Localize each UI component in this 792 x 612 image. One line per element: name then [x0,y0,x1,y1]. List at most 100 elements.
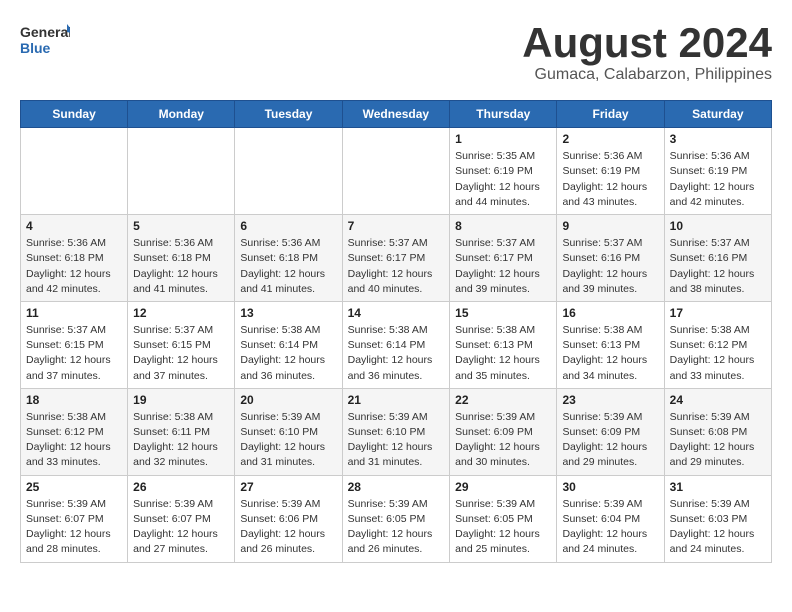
day-number: 30 [562,480,658,494]
day-info: Sunrise: 5:39 AM Sunset: 6:09 PM Dayligh… [455,410,551,471]
day-info: Sunrise: 5:37 AM Sunset: 6:15 PM Dayligh… [133,323,229,384]
day-info: Sunrise: 5:38 AM Sunset: 6:12 PM Dayligh… [670,323,766,384]
day-number: 21 [348,393,445,407]
day-info: Sunrise: 5:38 AM Sunset: 6:13 PM Dayligh… [455,323,551,384]
calendar-cell: 30 Sunrise: 5:39 AM Sunset: 6:04 PM Dayli… [557,475,664,562]
day-number: 29 [455,480,551,494]
day-info: Sunrise: 5:39 AM Sunset: 6:10 PM Dayligh… [240,410,336,471]
day-info: Sunrise: 5:35 AM Sunset: 6:19 PM Dayligh… [455,149,551,210]
day-info: Sunrise: 5:39 AM Sunset: 6:07 PM Dayligh… [133,497,229,558]
calendar-cell: 17 Sunrise: 5:38 AM Sunset: 6:12 PM Dayli… [664,301,771,388]
day-number: 2 [562,132,658,146]
calendar-cell [235,128,342,215]
day-info: Sunrise: 5:36 AM Sunset: 6:19 PM Dayligh… [562,149,658,210]
weekday-header-sunday: Sunday [21,101,128,128]
day-number: 22 [455,393,551,407]
calendar-cell: 1 Sunrise: 5:35 AM Sunset: 6:19 PM Daylig… [450,128,557,215]
calendar-cell: 21 Sunrise: 5:39 AM Sunset: 6:10 PM Dayli… [342,388,450,475]
day-info: Sunrise: 5:37 AM Sunset: 6:17 PM Dayligh… [348,236,445,297]
day-number: 9 [562,219,658,233]
day-number: 23 [562,393,658,407]
calendar-cell: 25 Sunrise: 5:39 AM Sunset: 6:07 PM Dayli… [21,475,128,562]
header-section: General Blue August 2024 Gumaca, Calabar… [20,20,772,84]
calendar-cell: 4 Sunrise: 5:36 AM Sunset: 6:18 PM Daylig… [21,215,128,302]
calendar: SundayMondayTuesdayWednesdayThursdayFrid… [20,100,772,562]
day-number: 25 [26,480,122,494]
weekday-header-monday: Monday [128,101,235,128]
day-number: 18 [26,393,122,407]
calendar-cell: 27Sunrise: 5:39 AM Sunset: 6:06 PM Dayli… [235,475,342,562]
day-info: Sunrise: 5:36 AM Sunset: 6:18 PM Dayligh… [26,236,122,297]
day-info: Sunrise: 5:37 AM Sunset: 6:17 PM Dayligh… [455,236,551,297]
calendar-cell: 20 Sunrise: 5:39 AM Sunset: 6:10 PM Dayli… [235,388,342,475]
day-number: 1 [455,132,551,146]
day-info: Sunrise: 5:39 AM Sunset: 6:07 PM Dayligh… [26,497,122,558]
calendar-cell [128,128,235,215]
day-info: Sunrise: 5:39 AM Sunset: 6:03 PM Dayligh… [670,497,766,558]
day-number: 24 [670,393,766,407]
calendar-cell: 22 Sunrise: 5:39 AM Sunset: 6:09 PM Dayli… [450,388,557,475]
day-info: Sunrise: 5:39 AM Sunset: 6:05 PM Dayligh… [455,497,551,558]
day-info: Sunrise: 5:39 AM Sunset: 6:09 PM Dayligh… [562,410,658,471]
day-info: Sunrise: 5:38 AM Sunset: 6:13 PM Dayligh… [562,323,658,384]
day-number: 16 [562,306,658,320]
day-number: 19 [133,393,229,407]
day-info: Sunrise: 5:39 AM Sunset: 6:05 PM Dayligh… [348,497,445,558]
calendar-cell: 13Sunrise: 5:38 AM Sunset: 6:14 PM Dayli… [235,301,342,388]
day-info: Sunrise: 5:37 AM Sunset: 6:16 PM Dayligh… [670,236,766,297]
calendar-cell: 28Sunrise: 5:39 AM Sunset: 6:05 PM Dayli… [342,475,450,562]
day-number: 8 [455,219,551,233]
calendar-cell: 6 Sunrise: 5:36 AM Sunset: 6:18 PM Daylig… [235,215,342,302]
calendar-cell: 12 Sunrise: 5:37 AM Sunset: 6:15 PM Dayli… [128,301,235,388]
day-number: 15 [455,306,551,320]
day-number: 6 [240,219,336,233]
day-info: Sunrise: 5:38 AM Sunset: 6:12 PM Dayligh… [26,410,122,471]
calendar-cell: 14 Sunrise: 5:38 AM Sunset: 6:14 PM Dayli… [342,301,450,388]
calendar-cell: 31 Sunrise: 5:39 AM Sunset: 6:03 PM Dayli… [664,475,771,562]
calendar-cell: 24 Sunrise: 5:39 AM Sunset: 6:08 PM Dayli… [664,388,771,475]
day-info: Sunrise: 5:37 AM Sunset: 6:16 PM Dayligh… [562,236,658,297]
day-info: Sunrise: 5:36 AM Sunset: 6:18 PM Dayligh… [133,236,229,297]
day-info: Sunrise: 5:38 AM Sunset: 6:11 PM Dayligh… [133,410,229,471]
calendar-cell: 2 Sunrise: 5:36 AM Sunset: 6:19 PM Daylig… [557,128,664,215]
calendar-cell: 23 Sunrise: 5:39 AM Sunset: 6:09 PM Dayli… [557,388,664,475]
calendar-cell: 7 Sunrise: 5:37 AM Sunset: 6:17 PM Daylig… [342,215,450,302]
calendar-cell [342,128,450,215]
calendar-cell: 16 Sunrise: 5:38 AM Sunset: 6:13 PM Dayli… [557,301,664,388]
calendar-cell: 15 Sunrise: 5:38 AM Sunset: 6:13 PM Dayli… [450,301,557,388]
month-year: August 2024 [522,20,772,66]
calendar-cell: 5 Sunrise: 5:36 AM Sunset: 6:18 PM Daylig… [128,215,235,302]
calendar-cell: 3 Sunrise: 5:36 AM Sunset: 6:19 PM Daylig… [664,128,771,215]
day-number: 31 [670,480,766,494]
day-info: Sunrise: 5:36 AM Sunset: 6:19 PM Dayligh… [670,149,766,210]
day-info: Sunrise: 5:39 AM Sunset: 6:04 PM Dayligh… [562,497,658,558]
day-info: Sunrise: 5:36 AM Sunset: 6:18 PM Dayligh… [240,236,336,297]
calendar-cell: 11 Sunrise: 5:37 AM Sunset: 6:15 PM Dayli… [21,301,128,388]
day-number: 3 [670,132,766,146]
day-number: 14 [348,306,445,320]
svg-text:General: General [20,24,70,40]
day-number: 10 [670,219,766,233]
calendar-cell: 18 Sunrise: 5:38 AM Sunset: 6:12 PM Dayli… [21,388,128,475]
day-number: 26 [133,480,229,494]
day-number: 13 [240,306,336,320]
calendar-cell: 9 Sunrise: 5:37 AM Sunset: 6:16 PM Daylig… [557,215,664,302]
calendar-cell: 26 Sunrise: 5:39 AM Sunset: 6:07 PM Dayli… [128,475,235,562]
day-info: Sunrise: 5:39 AM Sunset: 6:10 PM Dayligh… [348,410,445,471]
svg-text:Blue: Blue [20,40,51,56]
day-info: Sunrise: 5:38 AM Sunset: 6:14 PM Dayligh… [348,323,445,384]
day-number: 12 [133,306,229,320]
calendar-cell: 29 Sunrise: 5:39 AM Sunset: 6:05 PM Dayli… [450,475,557,562]
day-info: Sunrise: 5:39 AM Sunset: 6:08 PM Dayligh… [670,410,766,471]
day-number: 5 [133,219,229,233]
day-info: Sunrise: 5:37 AM Sunset: 6:15 PM Dayligh… [26,323,122,384]
logo: General Blue [20,20,70,58]
weekday-header-friday: Friday [557,101,664,128]
weekday-header-saturday: Saturday [664,101,771,128]
day-number: 17 [670,306,766,320]
day-number: 7 [348,219,445,233]
day-number: 20 [240,393,336,407]
calendar-cell: 10 Sunrise: 5:37 AM Sunset: 6:16 PM Dayli… [664,215,771,302]
day-number: 4 [26,219,122,233]
day-number: 11 [26,306,122,320]
